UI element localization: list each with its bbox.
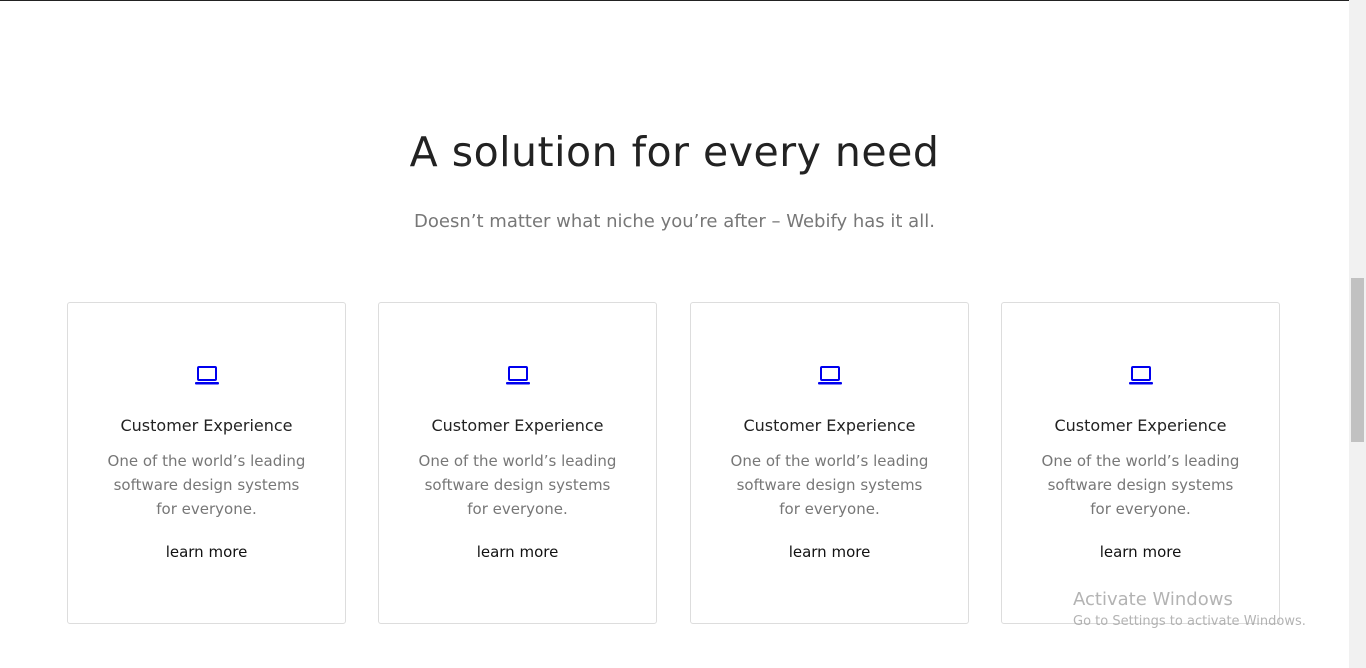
scrollbar-thumb[interactable]	[1351, 278, 1364, 442]
card-description: One of the world’s leading software desi…	[730, 452, 929, 518]
card-description: One of the world’s leading software desi…	[107, 452, 306, 518]
learn-more-link[interactable]: learn more	[379, 542, 656, 562]
card-description: One of the world’s leading software desi…	[418, 452, 617, 518]
section-heading: A solution for every need	[409, 128, 940, 176]
card-title: Customer Experience	[120, 416, 293, 435]
card-title: Customer Experience	[1054, 416, 1227, 435]
laptop-icon	[68, 365, 345, 389]
card-description: One of the world’s leading software desi…	[1041, 452, 1240, 518]
card-title: Customer Experience	[743, 416, 916, 435]
laptop-icon	[691, 365, 968, 389]
laptop-icon	[1002, 365, 1279, 389]
feature-card: Customer Experience One of the world’s l…	[378, 302, 657, 624]
watermark-subtitle: Go to Settings to activate Windows.	[1073, 614, 1306, 629]
page: A solution for every need Doesn’t matter…	[0, 0, 1366, 668]
learn-more-link[interactable]: learn more	[68, 542, 345, 562]
laptop-icon	[379, 365, 656, 389]
feature-card: Customer Experience One of the world’s l…	[690, 302, 969, 624]
feature-card: Customer Experience One of the world’s l…	[1001, 302, 1280, 624]
section-subheading: Doesn’t matter what niche you’re after –…	[414, 211, 935, 232]
vertical-scrollbar[interactable]	[1349, 0, 1366, 668]
top-border	[0, 0, 1349, 1]
activate-windows-watermark: Activate Windows Go to Settings to activ…	[1073, 589, 1306, 631]
learn-more-link[interactable]: learn more	[1002, 542, 1279, 562]
card-title: Customer Experience	[431, 416, 604, 435]
watermark-title: Activate Windows	[1073, 589, 1233, 610]
learn-more-link[interactable]: learn more	[691, 542, 968, 562]
feature-card: Customer Experience One of the world’s l…	[67, 302, 346, 624]
